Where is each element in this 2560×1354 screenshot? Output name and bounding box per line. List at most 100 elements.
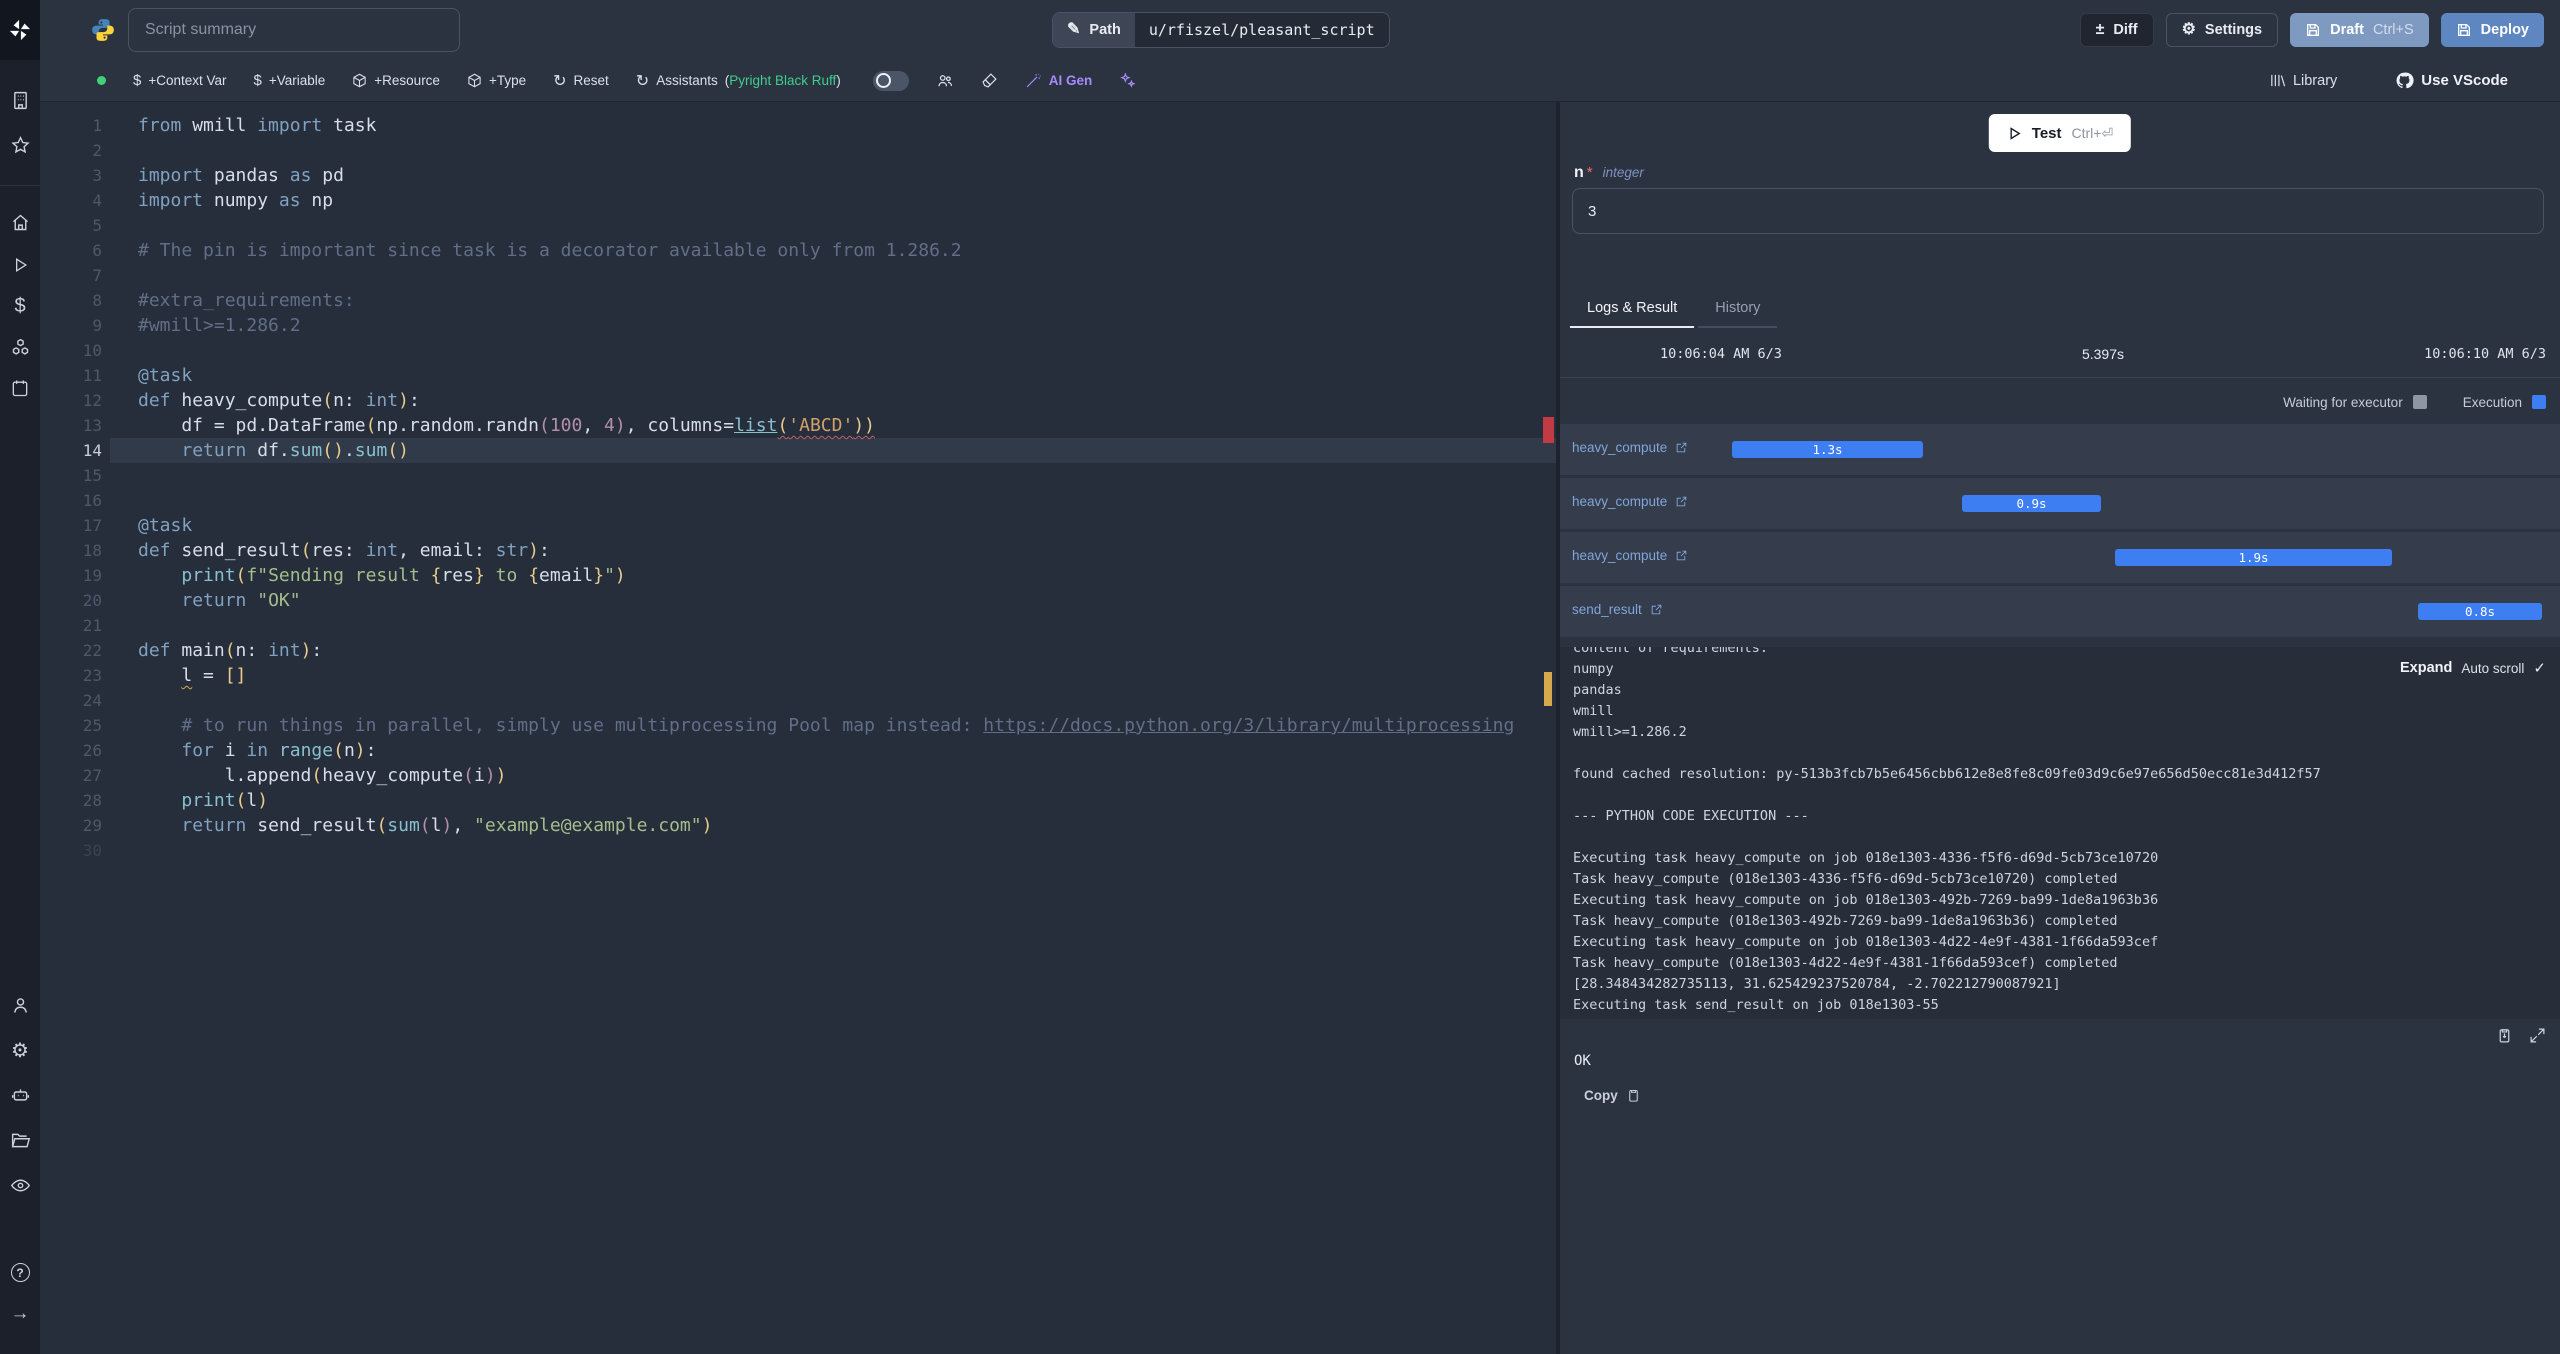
code-line-30[interactable]: 30 [40,838,1556,863]
tab-logs-result[interactable]: Logs & Result [1570,292,1695,328]
diff-label: Diff [2113,22,2138,38]
assistants-button[interactable]: ↻ Assistants (Pyright Black Ruff) [636,71,841,91]
code-line-24[interactable]: 24 [40,688,1556,713]
test-button[interactable]: Test Ctrl+⏎ [1988,114,2132,152]
code-line-21[interactable]: 21 [40,613,1556,638]
diff-button[interactable]: ± Diff [2079,13,2154,47]
line-number: 13 [82,416,102,435]
line-number: 3 [92,166,102,185]
deploy-button[interactable]: Deploy [2440,13,2544,47]
sidebar-item-audit[interactable] [0,1175,40,1196]
code-line-4[interactable]: 4 import numpy as np [40,188,1556,213]
code-line-12[interactable]: 12 def heavy_compute(n: int): [40,388,1556,413]
robot-icon [11,1089,29,1101]
sidebar-item-home[interactable] [0,212,40,233]
sidebar-collapse[interactable]: → [0,1303,40,1325]
format-button[interactable] [981,72,998,89]
draft-button[interactable]: Draft Ctrl+S [2290,13,2429,47]
code-line-6[interactable]: 6 # The pin is important since task is a … [40,238,1556,263]
arg-n-input[interactable] [1572,188,2544,234]
job-link[interactable]: heavy_compute [1572,440,1688,455]
sidebar-item-workers[interactable] [0,1085,40,1106]
script-summary-input[interactable] [128,8,460,52]
sidebar-item-runs[interactable] [0,255,40,275]
line-number: 10 [82,341,102,360]
sidebar-item-help[interactable]: ? [0,1263,40,1282]
reset-label: Reset [573,73,609,88]
type-label: +Type [488,73,527,88]
sidebar-item-folders[interactable] [0,1130,40,1151]
code-line-27[interactable]: 27 l.append(heavy_compute(i)) [40,763,1556,788]
code-line-19[interactable]: 19 print(f"Sending result {res} to {emai… [40,563,1556,588]
toggle-switch[interactable] [872,70,909,91]
collaborators-button[interactable] [936,72,954,90]
job-link[interactable]: heavy_compute [1572,494,1688,509]
code-line-3[interactable]: 3 import pandas as pd [40,163,1556,188]
sidebar-item-favorites[interactable] [0,135,40,156]
code-line-17[interactable]: 17 @task [40,513,1556,538]
copy-logs-icon[interactable] [2496,1027,2513,1044]
windmill-logo[interactable] [0,0,40,60]
library-button[interactable]: Library [2269,72,2337,89]
code-line-20[interactable]: 20 return "OK" [40,588,1556,613]
add-type-button[interactable]: +Type [467,73,526,88]
people-icon [938,74,952,86]
sidebar-item-schedules[interactable] [0,378,40,398]
code-text: l.append(heavy_compute(i)) [138,765,507,786]
code-line-15[interactable]: 15 [40,463,1556,488]
windmill-logo-icon [9,19,31,41]
path-edit-button[interactable]: ✎ Path [1053,13,1135,47]
code-line-13[interactable]: 13 df = pd.DataFrame(np.random.randn(100… [40,413,1556,438]
ai-gen-button[interactable]: AI Gen [1025,72,1092,89]
code-line-1[interactable]: 1 from wmill import task [40,113,1556,138]
logs-viewer[interactable]: content of requirements: numpy pandas wmill… [1560,647,2560,1019]
expand-logs-button[interactable]: Expand [2400,660,2452,676]
code-line-28[interactable]: 28 print(l) [40,788,1556,813]
add-resource-button[interactable]: +Resource [352,73,440,88]
job-link[interactable]: send_result [1572,602,1663,617]
external-link-icon [1677,496,1687,507]
code-line-7[interactable]: 7 [40,263,1556,288]
code-line-22[interactable]: 22 def main(n: int): [40,638,1556,663]
dollar-icon: $ [253,72,262,89]
add-variable-button[interactable]: $ +Variable [254,72,326,89]
code-line-25[interactable]: 25 # to run things in parallel, simply u… [40,713,1556,738]
code-line-23[interactable]: 23 l = [] [40,663,1556,688]
test-shortcut: Ctrl+⏎ [2071,124,2114,141]
code-line-26[interactable]: 26 for i in range(n): [40,738,1556,763]
add-context-var-button[interactable]: $ +Context Var [133,72,227,89]
legend-execution-label: Execution [2462,394,2522,410]
code-line-11[interactable]: 11 @task [40,363,1556,388]
fullscreen-icon[interactable] [2529,1027,2546,1044]
code-line-10[interactable]: 10 [40,338,1556,363]
code-line-29[interactable]: 29 return send_result(sum(l), "example@e… [40,813,1556,838]
sidebar-item-workspace[interactable] [0,90,40,111]
sidebar-item-variables[interactable]: $ [0,295,40,318]
tab-history[interactable]: History [1698,292,1778,328]
copy-result-button[interactable]: Copy [1584,1088,1641,1103]
calendar-icon [12,380,28,397]
path-group[interactable]: ✎ Path u/rfiszel/pleasant_script [1052,12,1390,48]
run-header: 10:06:04 AM 6/3 5.397s 10:06:10 AM 6/3 [1560,330,2560,378]
code-line-14[interactable]: 14 return df.sum().sum() [40,438,1556,463]
use-vscode-button[interactable]: Use VScode [2395,71,2508,90]
ai-sparkles-button[interactable] [1119,72,1136,89]
code-line-18[interactable]: 18 def send_result(res: int, email: str): [40,538,1556,563]
reset-button[interactable]: ↻ Reset [553,71,609,91]
code-editor[interactable]: 1 from wmill import task 2 3 import pandas a… [40,102,1556,1354]
sidebar-item-users[interactable] [0,995,40,1016]
path-label: Path [1089,22,1121,38]
code-line-5[interactable]: 5 [40,213,1556,238]
settings-button[interactable]: ⚙ Settings [2165,13,2279,47]
autoscroll-checkbox[interactable]: ✓ [2533,659,2546,677]
code-line-8[interactable]: 8 #extra_requirements: [40,288,1556,313]
line-number: 1 [92,116,102,135]
sidebar-item-resources[interactable] [0,337,40,358]
code-line-16[interactable]: 16 [40,488,1556,513]
sidebar-item-settings[interactable]: ⚙ [0,1038,40,1063]
code-line-2[interactable]: 2 [40,138,1556,163]
code-line-9[interactable]: 9 #wmill>=1.286.2 [40,313,1556,338]
job-link[interactable]: heavy_compute [1572,548,1688,563]
code-text: from wmill import task [138,115,377,136]
